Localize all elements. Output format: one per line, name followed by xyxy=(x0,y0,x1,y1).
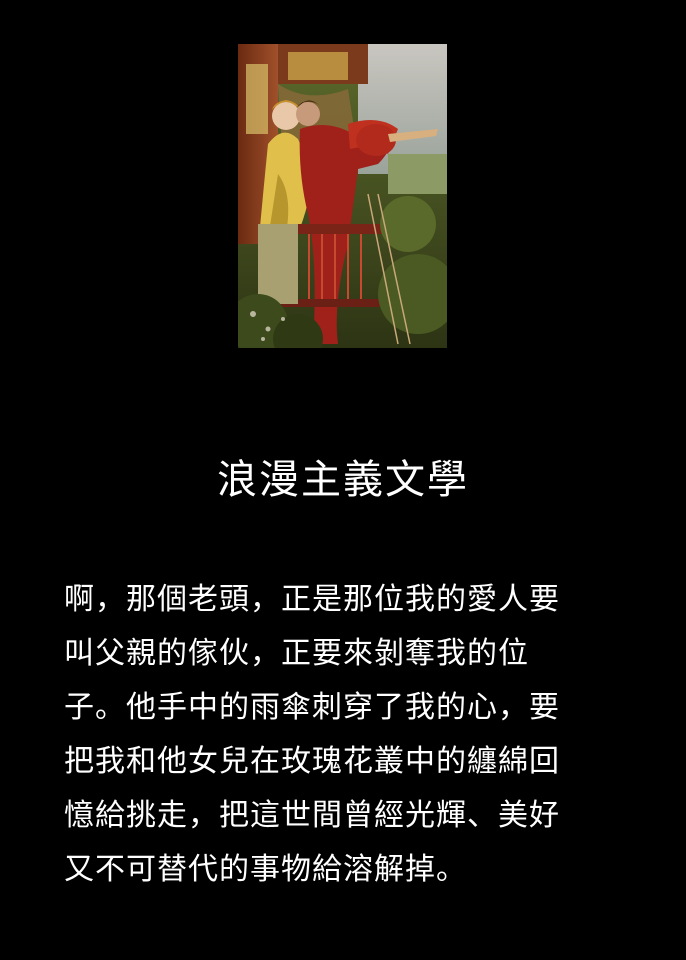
painting-image xyxy=(238,44,447,348)
paragraph-line: 憶給挑走，把這世間曾經光輝、美好 xyxy=(64,798,560,833)
paragraph-line: 子。他手中的雨傘刺穿了我的心，要 xyxy=(64,690,560,725)
paragraph-line: 叫父親的傢伙，正要來剝奪我的位 xyxy=(64,636,529,671)
paragraph: 啊，那個老頭，正是那位我的愛人要 叫父親的傢伙，正要來剝奪我的位 子。他手中的雨… xyxy=(64,573,624,897)
page-title: 浪漫主義文學 xyxy=(217,457,469,503)
paragraph-line: 把我和他女兒在玫瑰花叢中的纏綿回 xyxy=(64,744,560,779)
paragraph-line: 啊，那個老頭，正是那位我的愛人要 xyxy=(64,582,560,617)
page: 浪漫主義文學 啊，那個老頭，正是那位我的愛人要 叫父親的傢伙，正要來剝奪我的位 … xyxy=(0,0,686,960)
paragraph-line: 又不可替代的事物給溶解掉。 xyxy=(64,852,467,887)
